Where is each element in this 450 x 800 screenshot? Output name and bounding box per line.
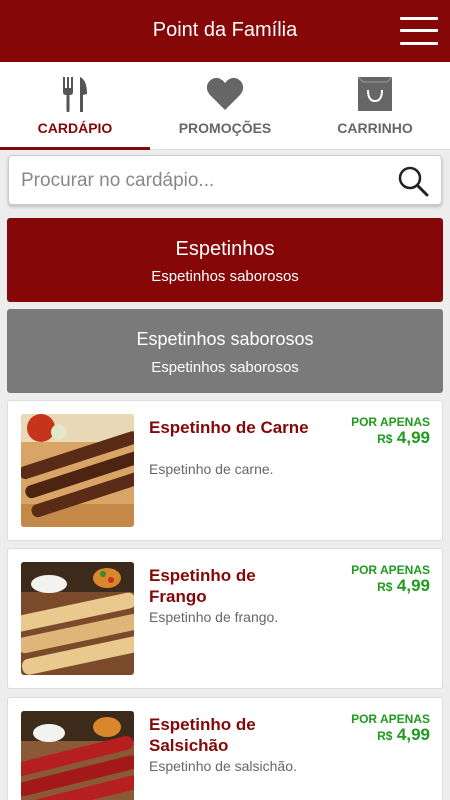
menu-item-carne[interactable]: Espetinho de Carne Espetinho de carne. P… <box>7 400 443 541</box>
price-label: POR APENAS <box>351 712 430 726</box>
price-label: POR APENAS <box>351 563 430 577</box>
category-name: Espetinhos <box>175 238 275 260</box>
price-value: 4,99 <box>396 725 430 744</box>
tab-label: CARDÁPIO <box>37 120 113 136</box>
tab-label: CARRINHO <box>337 120 413 136</box>
item-price: R$ 4,99 <box>377 576 430 596</box>
item-price: R$ 4,99 <box>377 725 430 745</box>
search-input[interactable] <box>21 166 391 196</box>
category-espetinhos[interactable]: Espetinhos Espetinhos saborosos <box>7 218 443 302</box>
price-value: 4,99 <box>396 576 430 595</box>
tab-cardapio[interactable]: CARDÁPIO <box>0 62 150 150</box>
app-header: Point da Família <box>0 0 450 62</box>
category-description: Espetinhos saborosos <box>151 268 299 285</box>
item-photo <box>21 414 134 527</box>
tab-promocoes[interactable]: PROMOÇÕES <box>150 62 300 150</box>
item-name: Espetinho de Frango <box>149 566 256 606</box>
item-name: Espetinho de Carne <box>149 418 309 437</box>
currency: R$ <box>377 580 393 594</box>
currency: R$ <box>377 432 393 446</box>
fork-knife-icon <box>63 77 87 112</box>
search-icon[interactable] <box>397 165 429 197</box>
price-label: POR APENAS <box>351 415 430 429</box>
item-photo <box>21 562 134 675</box>
hamburger-menu-icon[interactable] <box>400 17 438 45</box>
currency: R$ <box>377 729 393 743</box>
shopping-bag-icon <box>357 76 393 111</box>
category-espetinhos-saborosos[interactable]: Espetinhos saborosos Espetinhos saboroso… <box>7 309 443 393</box>
heart-icon <box>206 77 244 110</box>
item-photo <box>21 711 134 800</box>
menu-item-frango[interactable]: Espetinho de Frango Espetinho de frango.… <box>7 548 443 689</box>
category-description: Espetinhos saborosos <box>151 359 299 376</box>
tab-bar: CARDÁPIO PROMOÇÕES CARRINHO <box>0 62 450 150</box>
category-name: Espetinhos saborosos <box>136 329 314 349</box>
price-value: 4,99 <box>396 428 430 447</box>
item-description: Espetinho de frango. <box>149 609 279 625</box>
tab-label: PROMOÇÕES <box>178 120 272 136</box>
app-title: Point da Família <box>152 19 298 41</box>
menu-item-salsichao[interactable]: Espetinho de Salsichão Espetinho de sals… <box>7 697 443 800</box>
tab-carrinho[interactable]: CARRINHO <box>300 62 450 150</box>
search-bar <box>8 155 442 205</box>
item-name: Espetinho de Salsichão <box>149 715 256 755</box>
item-price: R$ 4,99 <box>377 428 430 448</box>
item-description: Espetinho de carne. <box>149 461 274 477</box>
item-description: Espetinho de salsichão. <box>149 758 297 774</box>
